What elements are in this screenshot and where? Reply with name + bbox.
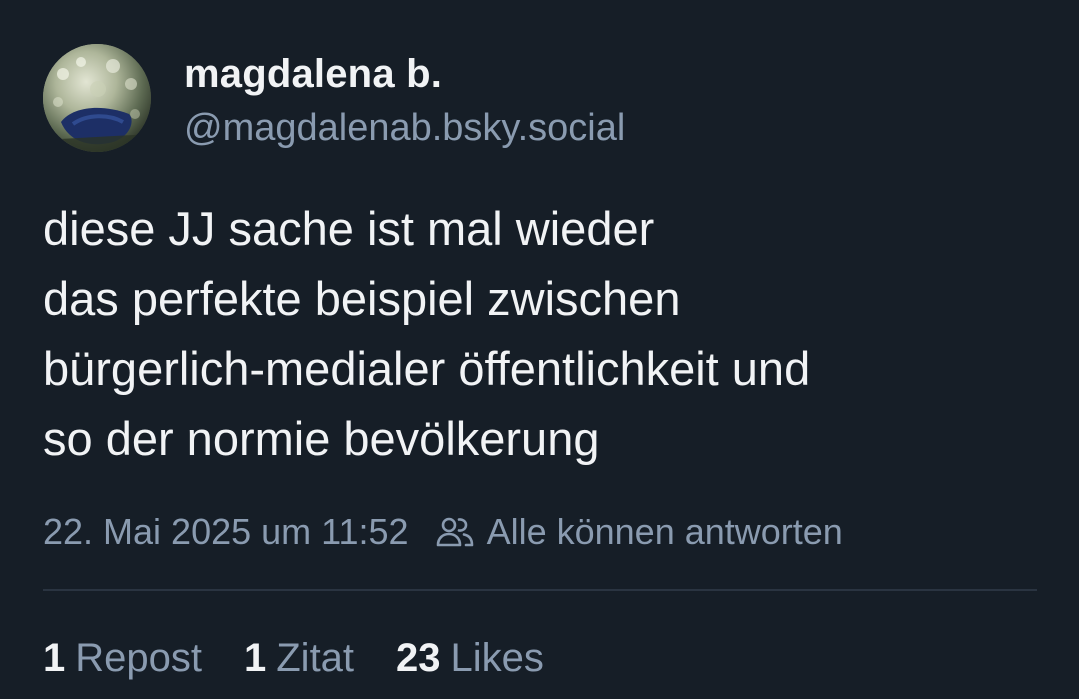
author-handle[interactable]: @magdalenab.bsky.social bbox=[184, 104, 625, 152]
quotes-label: Zitat bbox=[276, 636, 355, 680]
post-timestamp[interactable]: 22. Mai 2025 um 11:52 bbox=[43, 508, 409, 556]
avatar-image bbox=[43, 44, 151, 152]
likes-stat[interactable]: 23 Likes bbox=[396, 632, 544, 684]
post-text: diese JJ sache ist mal wieder das perfek… bbox=[43, 202, 811, 465]
post-header: magdalena b. @magdalenab.bsky.social bbox=[43, 44, 625, 152]
reply-setting: Alle können antworten bbox=[486, 511, 843, 552]
post-meta: 22. Mai 2025 um 11:52 Alle können antwor… bbox=[43, 508, 843, 556]
likes-label: Likes bbox=[450, 636, 544, 680]
reposts-count: 1 bbox=[43, 636, 66, 680]
people-icon bbox=[435, 514, 475, 550]
quotes-count: 1 bbox=[244, 636, 267, 680]
author-display-name[interactable]: magdalena b. bbox=[184, 50, 625, 98]
reposts-stat[interactable]: 1 Repost bbox=[43, 632, 202, 684]
divider bbox=[43, 589, 1037, 591]
engagement-stats: 1 Repost 1 Zitat 23 Likes bbox=[43, 632, 586, 684]
avatar[interactable] bbox=[43, 44, 151, 152]
reposts-label: Repost bbox=[75, 636, 202, 680]
quotes-stat[interactable]: 1 Zitat bbox=[244, 632, 354, 684]
post-card: magdalena b. @magdalenab.bsky.social die… bbox=[0, 0, 1079, 699]
author-info: magdalena b. @magdalenab.bsky.social bbox=[184, 50, 625, 152]
likes-count: 23 bbox=[396, 636, 441, 680]
